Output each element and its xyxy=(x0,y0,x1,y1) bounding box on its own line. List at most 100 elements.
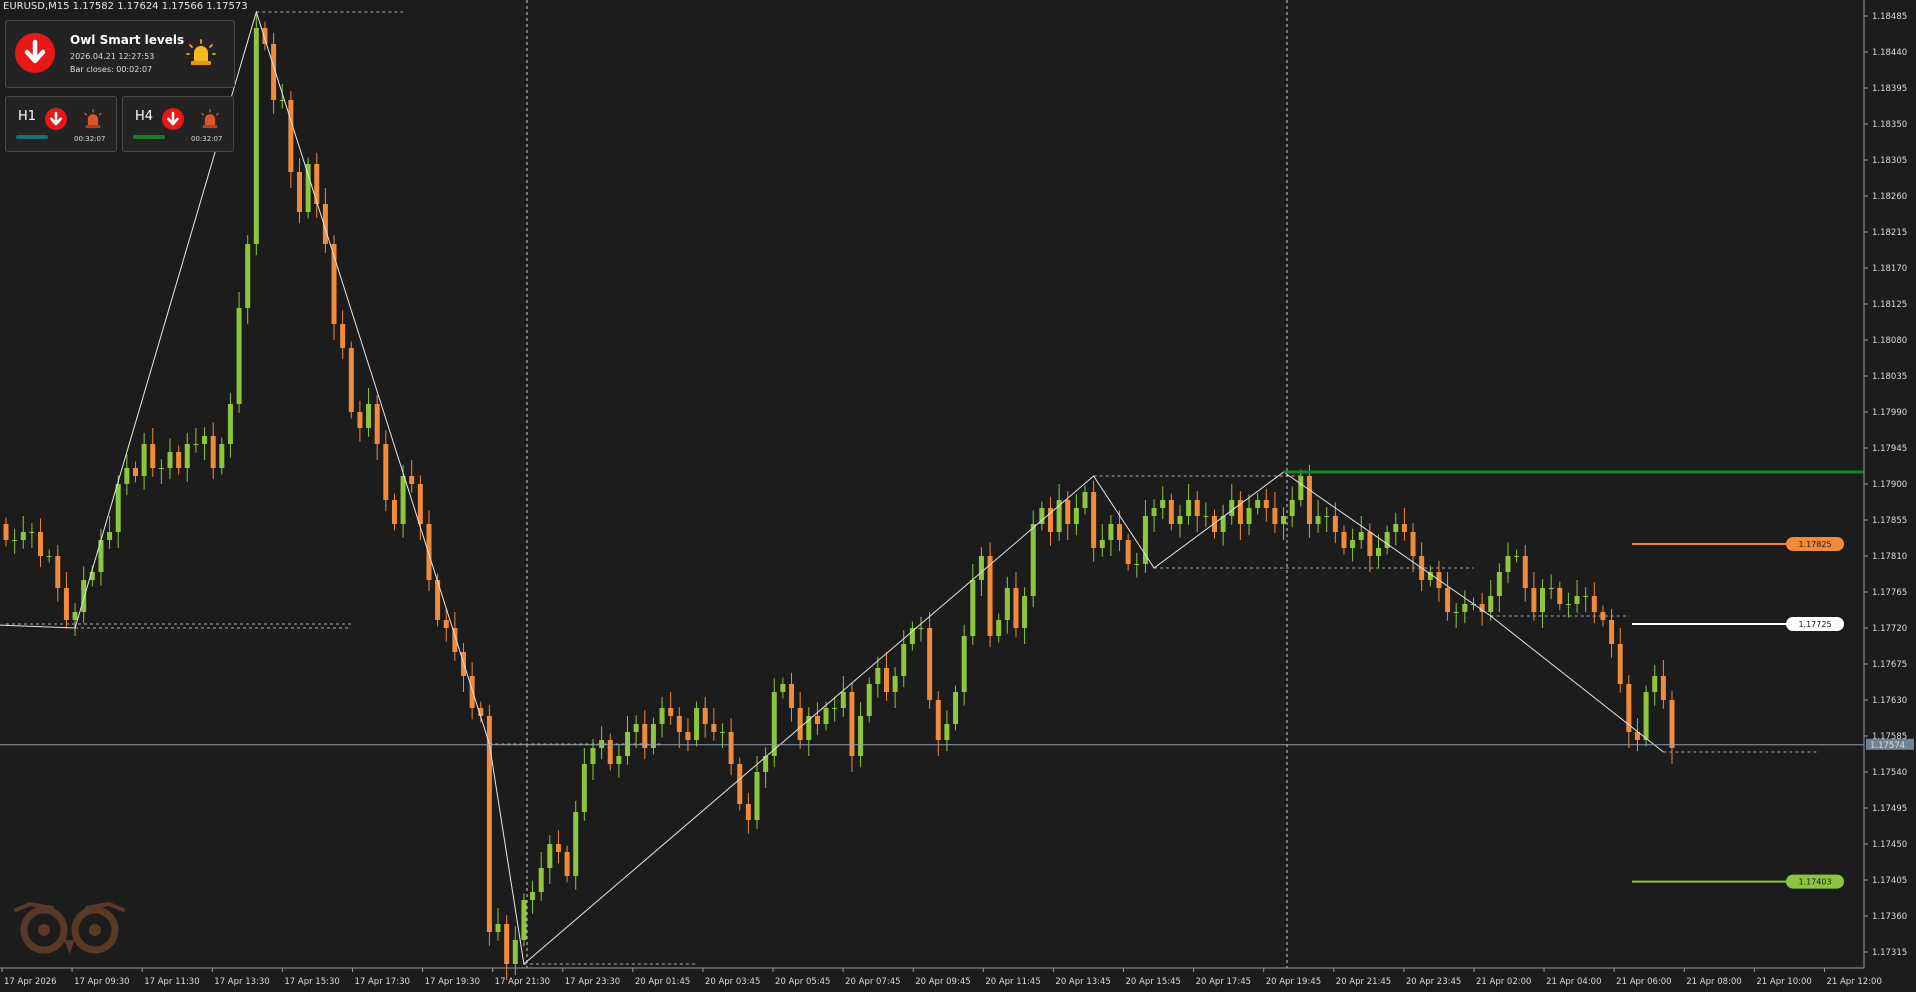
time-tick-label: 17 Apr 21:30 xyxy=(495,977,550,987)
price-tick-label: 1.17720 xyxy=(1872,624,1907,634)
down-arrow-icon xyxy=(45,108,67,130)
timeframe-panel-h4[interactable]: H4 00:32:07 xyxy=(122,96,234,152)
time-tick-label: 21 Apr 06:00 xyxy=(1616,977,1671,987)
candle-body xyxy=(366,404,372,428)
signal-datetime: 2026.04.21 12:27:53 xyxy=(70,52,155,61)
candle-body xyxy=(443,620,449,628)
time-tick-label: 17 Apr 13:30 xyxy=(214,977,269,987)
price-tick-label: 1.18395 xyxy=(1872,84,1907,94)
time-tick-label: 21 Apr 08:00 xyxy=(1686,977,1741,987)
price-tick-label: 1.17900 xyxy=(1872,480,1907,490)
owl-logo-icon xyxy=(14,901,125,954)
candle-body xyxy=(1367,532,1373,556)
bar-closes-timer: Bar closes: 00:02:07 xyxy=(70,65,153,74)
candle-body xyxy=(1617,644,1623,684)
time-tick-label: 20 Apr 09:45 xyxy=(915,977,970,987)
candle-body xyxy=(840,692,846,708)
candle-body xyxy=(1591,596,1597,612)
candle-body xyxy=(3,524,9,540)
price-tick-label: 1.18485 xyxy=(1872,12,1907,22)
time-tick-label: 21 Apr 12:00 xyxy=(1826,977,1881,987)
time-tick-label: 21 Apr 10:00 xyxy=(1756,977,1811,987)
candle-body xyxy=(935,700,941,740)
candle-body xyxy=(668,708,674,716)
candle-body xyxy=(1082,492,1088,508)
candle-body xyxy=(1281,516,1287,524)
timeframe-timer: 00:32:07 xyxy=(74,135,106,143)
candle-body xyxy=(1393,524,1399,532)
candle-body xyxy=(1341,532,1347,548)
candle-body xyxy=(599,740,605,748)
alarm-siren-icon[interactable] xyxy=(186,39,216,69)
candle-body xyxy=(1565,604,1571,605)
price-tick-label: 1.17450 xyxy=(1872,840,1907,850)
candle-body xyxy=(789,684,795,708)
smart-level-label: 1.17825 xyxy=(1798,540,1831,549)
price-tick-label: 1.17810 xyxy=(1872,552,1907,562)
candle-body xyxy=(745,804,751,820)
candle-body xyxy=(1194,500,1200,516)
candle-body xyxy=(262,28,268,44)
candle-body xyxy=(1203,516,1209,517)
candle-body xyxy=(581,764,587,812)
time-tick-label: 20 Apr 11:45 xyxy=(985,977,1040,987)
candle-body xyxy=(953,692,959,724)
candle-body xyxy=(1453,612,1459,613)
price-tick-label: 1.18260 xyxy=(1872,192,1907,202)
candle-body xyxy=(754,772,760,820)
candle-body xyxy=(978,556,984,580)
price-tick-label: 1.17405 xyxy=(1872,876,1907,886)
candle-body xyxy=(374,404,380,444)
candle-body xyxy=(685,732,691,740)
candle-body xyxy=(1306,476,1312,524)
candle-body xyxy=(176,452,182,468)
candle-body xyxy=(1073,508,1079,524)
candle-body xyxy=(219,444,225,468)
candle-body xyxy=(1125,540,1131,564)
candle-body xyxy=(616,756,622,764)
price-chart[interactable]: 1.17825 1.17725 1.17403 1.18485 1.18440 1.18… xyxy=(0,0,1916,992)
candle-body xyxy=(555,844,561,852)
owl-signal-panel[interactable]: Owl Smart levels 2026.04.21 12:27:53 Bar… xyxy=(5,20,235,88)
candle-body xyxy=(132,468,138,476)
candle-body xyxy=(1358,532,1364,540)
candle-body xyxy=(1324,516,1330,517)
time-tick-label: 20 Apr 01:45 xyxy=(635,977,690,987)
candle-body xyxy=(193,444,199,445)
candle-body xyxy=(1410,532,1416,556)
candle-body xyxy=(1505,556,1511,572)
candle-body xyxy=(512,940,518,964)
time-tick-label: 17 Apr 11:30 xyxy=(144,977,199,987)
candle-body xyxy=(400,476,406,524)
candle-body xyxy=(1332,516,1338,532)
candle-body xyxy=(659,708,665,724)
price-tick-label: 1.17855 xyxy=(1872,516,1907,526)
candle-body xyxy=(1056,500,1062,532)
candle-body xyxy=(1151,508,1157,516)
candle-body xyxy=(849,692,855,756)
candle-body xyxy=(1350,540,1356,548)
alarm-siren-icon[interactable] xyxy=(199,109,221,131)
current-price-tag: 1.17574 xyxy=(1866,738,1914,751)
alarm-siren-icon[interactable] xyxy=(82,109,104,131)
candle-body xyxy=(426,524,432,580)
price-tick-label: 1.18215 xyxy=(1872,228,1907,238)
candle-body xyxy=(305,164,311,212)
price-tick-label: 1.18170 xyxy=(1872,264,1907,274)
time-tick-label: 20 Apr 13:45 xyxy=(1055,977,1110,987)
timeframe-label: H4 xyxy=(135,109,154,124)
smart-level-label: 1.17725 xyxy=(1798,620,1831,629)
time-tick-label: 20 Apr 15:45 xyxy=(1126,977,1181,987)
candle-body xyxy=(504,924,510,964)
candle-body xyxy=(737,764,743,804)
timeframe-panel-h1[interactable]: H1 00:32:07 xyxy=(5,96,117,152)
candle-body xyxy=(236,308,242,404)
candle-body xyxy=(348,348,354,412)
candle-body xyxy=(1488,596,1494,612)
time-tick-label: 17 Apr 2026 xyxy=(4,977,57,987)
candle-body xyxy=(927,628,933,700)
down-arrow-icon xyxy=(162,108,184,130)
candle-body xyxy=(996,620,1002,636)
time-tick-label: 20 Apr 17:45 xyxy=(1196,977,1251,987)
candle-body xyxy=(184,444,190,468)
